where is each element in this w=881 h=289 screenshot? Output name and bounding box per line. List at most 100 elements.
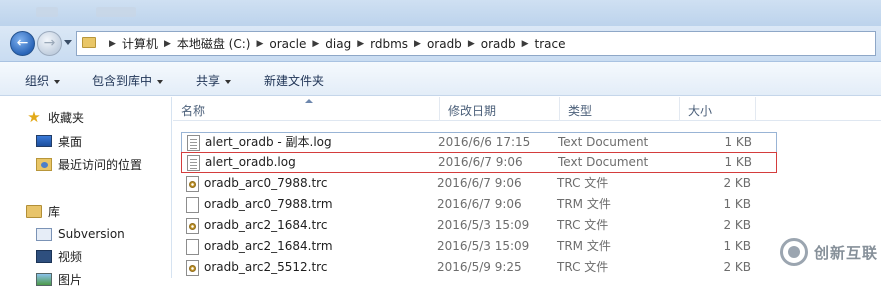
table-row[interactable]: oradb_arc2_5512.trc 2016/5/9 9:25 TRC 文件… <box>181 258 777 279</box>
table-row[interactable]: oradb_arc2_1684.trm 2016/5/3 15:09 TRM 文… <box>181 237 777 258</box>
file-type: TRC 文件 <box>557 218 609 232</box>
table-row[interactable]: alert_oradb - 副本.log 2016/6/6 17:15 Text… <box>181 132 777 153</box>
folder-icon <box>82 37 96 48</box>
file-type: TRC 文件 <box>557 260 609 274</box>
table-row[interactable]: oradb_arc0_7988.trm 2016/6/7 9:06 TRM 文件… <box>181 195 777 216</box>
nav-favorites-label: 收藏夹 <box>48 110 85 125</box>
nav-desktop[interactable]: 桌面 <box>36 131 82 151</box>
file-name: oradb_arc2_1684.trc <box>204 218 328 232</box>
blurred-title-fragment <box>36 7 58 17</box>
trc-file-icon <box>186 218 199 234</box>
file-date: 2016/6/7 9:06 <box>437 176 522 190</box>
breadcrumb-trace[interactable]: trace <box>535 37 566 51</box>
desktop-icon <box>36 135 52 147</box>
table-row[interactable]: oradb_arc0_7988.trc 2016/6/7 9:06 TRC 文件… <box>181 174 777 195</box>
file-size: 1 KB <box>724 155 752 169</box>
breadcrumb-diag[interactable]: diag <box>325 37 351 51</box>
file-size: 1 KB <box>724 135 752 149</box>
file-date: 2016/5/9 9:25 <box>437 260 522 274</box>
subversion-library-icon <box>36 227 52 241</box>
file-list: 名称 修改日期 类型 大小 alert_oradb - 副本.log 2016/… <box>173 97 881 278</box>
file-date: 2016/5/3 15:09 <box>437 239 530 253</box>
breadcrumb-oradb-2[interactable]: oradb <box>481 37 516 51</box>
navigation-bar: ← → ▶ 计算机 ▶ 本地磁盘 (C:) ▶ oracle ▶ diag ▶ … <box>0 26 881 62</box>
file-type: Text Document <box>558 135 649 149</box>
column-header-type[interactable]: 类型 <box>560 97 680 121</box>
organize-menu-button[interactable]: 组织 <box>25 72 61 89</box>
breadcrumb-rdbms[interactable]: rdbms <box>370 37 408 51</box>
trm-file-icon <box>186 197 199 213</box>
column-header-date[interactable]: 修改日期 <box>440 97 560 121</box>
file-size: 2 KB <box>723 218 751 232</box>
nav-favorites[interactable]: ★ 收藏夹 <box>26 107 84 127</box>
dropdown-arrow-icon <box>54 79 61 84</box>
file-size: 1 KB <box>723 197 751 211</box>
nav-subversion[interactable]: Subversion <box>36 224 125 244</box>
file-type: Text Document <box>558 155 649 169</box>
file-date: 2016/6/7 9:06 <box>437 197 522 211</box>
blurred-title-fragment <box>96 7 136 17</box>
chevron-right-icon[interactable]: ▶ <box>256 39 263 49</box>
dropdown-arrow-icon <box>157 79 164 84</box>
back-button[interactable]: ← <box>10 31 35 56</box>
nav-videos[interactable]: 视频 <box>36 246 82 266</box>
file-name: oradb_arc2_5512.trc <box>204 260 328 274</box>
file-size: 2 KB <box>723 260 751 274</box>
watermark: 创新互联 <box>780 238 878 266</box>
chevron-right-icon[interactable]: ▶ <box>468 39 475 49</box>
table-row[interactable]: alert_oradb.log 2016/6/7 9:06 Text Docum… <box>181 152 777 173</box>
navigation-pane: ★ 收藏夹 桌面 最近访问的位置 库 Subversion 视频 图片 <box>0 97 172 287</box>
watermark-text: 创新互联 <box>814 243 879 262</box>
table-row[interactable]: oradb_arc2_1684.trc 2016/5/3 15:09 TRC 文… <box>181 216 777 237</box>
file-date: 2016/6/6 17:15 <box>438 135 531 149</box>
address-bar[interactable]: ▶ 计算机 ▶ 本地磁盘 (C:) ▶ oracle ▶ diag ▶ rdbm… <box>76 31 876 56</box>
column-header-name[interactable]: 名称 <box>173 97 440 121</box>
recent-places-icon <box>36 157 52 171</box>
nav-recent-label: 最近访问的位置 <box>58 157 143 172</box>
breadcrumb-oracle[interactable]: oracle <box>269 37 306 51</box>
log-file-icon <box>187 155 200 171</box>
chevron-right-icon[interactable]: ▶ <box>164 39 171 49</box>
file-size: 1 KB <box>723 239 751 253</box>
include-in-library-label: 包含到库中 <box>92 74 153 88</box>
breadcrumb-local-disk[interactable]: 本地磁盘 (C:) <box>177 35 251 52</box>
chevron-right-icon[interactable]: ▶ <box>414 39 421 49</box>
recent-pages-dropdown-icon[interactable] <box>64 40 72 45</box>
trc-file-icon <box>186 176 199 192</box>
new-folder-button[interactable]: 新建文件夹 <box>264 72 324 89</box>
column-header-row: 名称 修改日期 类型 大小 <box>173 97 881 121</box>
nav-desktop-label: 桌面 <box>58 134 83 149</box>
picture-library-icon <box>36 272 52 286</box>
file-name: alert_oradb - 副本.log <box>205 135 332 149</box>
nav-subversion-label: Subversion <box>58 227 125 241</box>
chevron-right-icon[interactable]: ▶ <box>522 39 529 49</box>
trc-file-icon <box>186 260 199 276</box>
chevron-right-icon[interactable]: ▶ <box>109 39 116 49</box>
log-file-icon <box>187 135 200 151</box>
include-in-library-button[interactable]: 包含到库中 <box>92 72 164 89</box>
watermark-logo-icon <box>780 238 808 266</box>
nav-pictures[interactable]: 图片 <box>36 269 82 289</box>
forward-button[interactable]: → <box>37 31 62 56</box>
chevron-right-icon[interactable]: ▶ <box>312 39 319 49</box>
file-name: oradb_arc0_7988.trc <box>204 176 328 190</box>
nav-libraries[interactable]: 库 <box>26 201 60 221</box>
share-label: 共享 <box>196 74 221 88</box>
star-icon: ★ <box>27 108 41 126</box>
share-button[interactable]: 共享 <box>196 72 232 89</box>
nav-recent-places[interactable]: 最近访问的位置 <box>36 154 142 174</box>
chevron-right-icon[interactable]: ▶ <box>357 39 364 49</box>
library-icon <box>26 204 42 218</box>
nav-videos-label: 视频 <box>58 249 83 264</box>
video-library-icon <box>36 249 52 263</box>
dropdown-arrow-icon <box>225 79 232 84</box>
trm-file-icon <box>186 239 199 255</box>
file-type: TRM 文件 <box>557 197 611 211</box>
breadcrumb-oradb[interactable]: oradb <box>427 37 462 51</box>
breadcrumb-computer[interactable]: 计算机 <box>122 35 158 52</box>
file-size: 2 KB <box>723 176 751 190</box>
column-header-size[interactable]: 大小 <box>680 97 756 121</box>
file-name: oradb_arc0_7988.trm <box>204 197 333 211</box>
breadcrumb: ▶ 计算机 ▶ 本地磁盘 (C:) ▶ oracle ▶ diag ▶ rdbm… <box>103 32 566 55</box>
file-type: TRC 文件 <box>557 176 609 190</box>
